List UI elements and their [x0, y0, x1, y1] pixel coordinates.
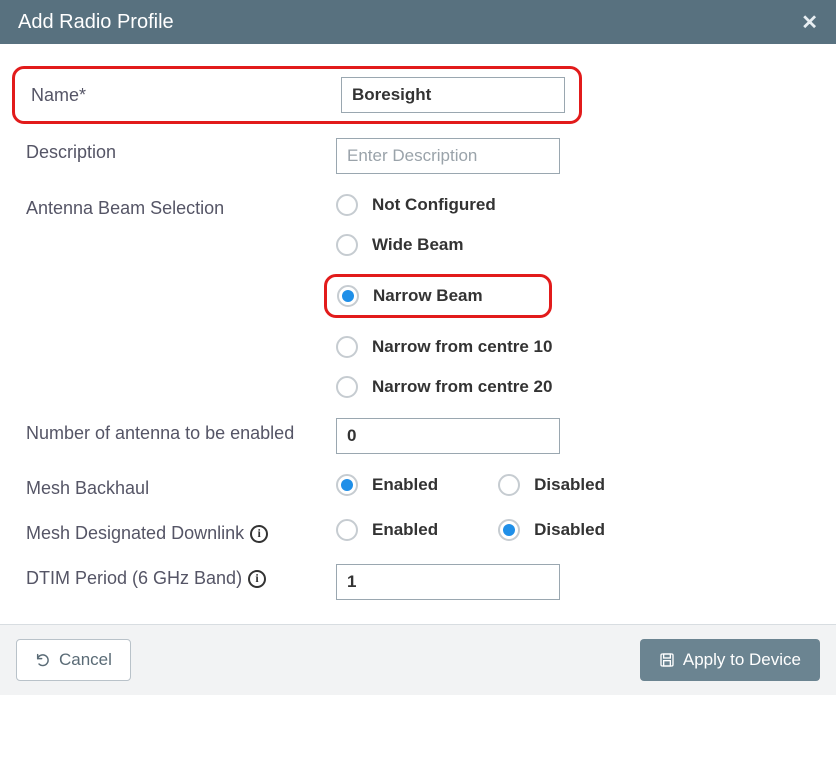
modal-body: Name* Description Antenna Beam Selection… — [0, 44, 836, 624]
beam-option-wide[interactable]: Wide Beam — [336, 234, 552, 256]
info-icon[interactable]: i — [248, 570, 266, 588]
mesh-downlink-enabled[interactable]: Enabled — [336, 519, 438, 541]
description-input[interactable] — [336, 138, 560, 174]
radio-icon — [336, 234, 358, 256]
mesh-downlink-group: Enabled Disabled — [336, 519, 605, 541]
dtim-label-text: DTIM Period (6 GHz Band) — [26, 568, 242, 589]
beam-option-narrow20[interactable]: Narrow from centre 20 — [336, 376, 552, 398]
antenna-count-label: Number of antenna to be enabled — [26, 418, 336, 445]
beam-radio-group: Not Configured Wide Beam Narrow Beam — [336, 194, 552, 398]
mesh-downlink-label: Mesh Designated Downlink i — [26, 519, 336, 544]
save-icon — [659, 652, 675, 668]
radio-label: Narrow from centre 20 — [372, 377, 552, 397]
info-icon[interactable]: i — [250, 525, 268, 543]
dtim-label: DTIM Period (6 GHz Band) i — [26, 564, 336, 589]
mesh-downlink-label-text: Mesh Designated Downlink — [26, 523, 244, 544]
name-input[interactable] — [341, 77, 565, 113]
beam-option-not-configured[interactable]: Not Configured — [336, 194, 552, 216]
mesh-backhaul-label: Mesh Backhaul — [26, 474, 336, 499]
radio-icon — [336, 336, 358, 358]
add-radio-profile-modal: Add Radio Profile ✕ Name* Description An… — [0, 0, 836, 695]
radio-icon — [498, 519, 520, 541]
close-icon[interactable]: ✕ — [801, 10, 818, 35]
radio-label: Narrow Beam — [373, 286, 483, 306]
apply-button-label: Apply to Device — [683, 650, 801, 670]
mesh-backhaul-disabled[interactable]: Disabled — [498, 474, 605, 496]
modal-title: Add Radio Profile — [18, 11, 174, 34]
mesh-backhaul-enabled[interactable]: Enabled — [336, 474, 438, 496]
name-highlight: Name* — [12, 66, 582, 124]
radio-label: Enabled — [372, 475, 438, 495]
mesh-downlink-disabled[interactable]: Disabled — [498, 519, 605, 541]
radio-icon — [336, 519, 358, 541]
radio-icon — [337, 285, 359, 307]
cancel-button[interactable]: Cancel — [16, 639, 131, 681]
radio-label: Disabled — [534, 475, 605, 495]
radio-label: Not Configured — [372, 195, 496, 215]
radio-label: Disabled — [534, 520, 605, 540]
beam-label: Antenna Beam Selection — [26, 194, 336, 219]
apply-button[interactable]: Apply to Device — [640, 639, 820, 681]
modal-header: Add Radio Profile ✕ — [0, 0, 836, 44]
radio-icon — [336, 474, 358, 496]
radio-icon — [336, 194, 358, 216]
beam-option-narrow10[interactable]: Narrow from centre 10 — [336, 336, 552, 358]
beam-option-narrow[interactable]: Narrow Beam — [337, 285, 483, 307]
radio-icon — [336, 376, 358, 398]
modal-footer: Cancel Apply to Device — [0, 624, 836, 695]
description-label: Description — [26, 138, 336, 163]
radio-label: Narrow from centre 10 — [372, 337, 552, 357]
mesh-backhaul-group: Enabled Disabled — [336, 474, 605, 496]
undo-icon — [35, 652, 51, 668]
radio-label: Wide Beam — [372, 235, 463, 255]
radio-icon — [498, 474, 520, 496]
name-label: Name* — [31, 85, 341, 106]
antenna-count-input[interactable] — [336, 418, 560, 454]
narrow-highlight: Narrow Beam — [324, 274, 552, 318]
radio-label: Enabled — [372, 520, 438, 540]
dtim-input[interactable] — [336, 564, 560, 600]
cancel-button-label: Cancel — [59, 650, 112, 670]
